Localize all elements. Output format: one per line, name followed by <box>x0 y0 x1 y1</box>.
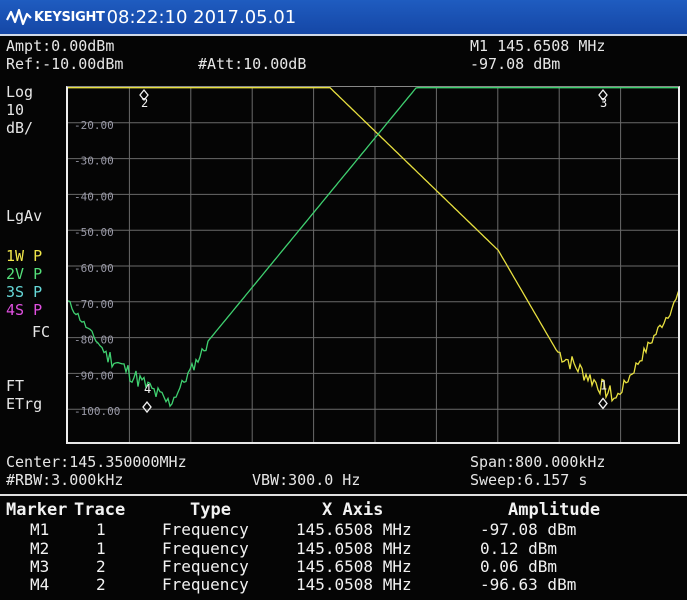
y-tick-label: -100.00 <box>74 405 120 418</box>
marker-diamond-icon <box>142 400 152 414</box>
reference-level: Ref:-10.00dBm <box>6 55 124 73</box>
table-cell-amplitude: -96.63 dBm <box>480 575 577 594</box>
table-cell-trace: 1 <box>96 539 106 558</box>
average-type: LgAv <box>6 207 43 225</box>
table-cell-marker: M2 <box>30 539 50 558</box>
table-cell-amplitude: 0.12 dBm <box>480 539 558 558</box>
video-bandwidth: VBW:300.0 Hz <box>252 471 361 489</box>
table-cell-marker: M3 <box>30 557 50 576</box>
spectrum-plot[interactable]: -20.00 -30.00 -40.00 -50.00 -60.00 -70.00 -80.… <box>66 86 680 444</box>
marker-label: 4 <box>144 382 151 396</box>
table-cell-type: Frequency <box>162 520 249 539</box>
attenuation-readout: #Att:10.00dB <box>198 55 307 73</box>
table-cell-type: Frequency <box>162 575 249 594</box>
marker-amplitude-readout: -97.08 dBm <box>470 55 561 73</box>
trace-4-status[interactable]: 4S P <box>6 302 42 319</box>
marker-label: 1 <box>600 378 607 392</box>
resolution-bandwidth: #RBW:3.000kHz <box>6 471 124 489</box>
title-bar: KEYSIGHT 08:22:10 2017.05.01 <box>0 0 687 36</box>
trigger-type: FT <box>6 377 25 395</box>
table-cell-marker: M4 <box>30 575 50 594</box>
trace-2-line <box>68 87 678 408</box>
trace-1-status[interactable]: 1W P <box>6 248 42 265</box>
y-tick-label: -40.00 <box>74 190 114 203</box>
trace-2-status[interactable]: 2V P <box>6 266 42 283</box>
y-tick-label: -60.00 <box>74 262 114 275</box>
trigger-source: ETrg <box>6 395 43 413</box>
marker-diamond-icon <box>598 397 608 410</box>
marker-label: 3 <box>600 96 607 110</box>
table-cell-type: Frequency <box>162 539 249 558</box>
y-tick-label: -110.00 <box>74 441 120 444</box>
marker-table: Marker Trace Type X Axis Amplitude M1 1 Fr… <box>0 494 687 600</box>
header-type: Type <box>190 500 231 520</box>
table-cell-x-axis: 145.6508 MHz <box>296 520 412 539</box>
y-tick-label: -70.00 <box>74 298 114 311</box>
header-amplitude: Amplitude <box>508 500 601 520</box>
table-cell-trace: 2 <box>96 557 106 576</box>
table-cell-amplitude: 0.06 dBm <box>480 557 558 576</box>
scale-unit: dB/ <box>6 119 34 137</box>
table-cell-trace: 1 <box>96 520 106 539</box>
table-cell-x-axis: 145.0508 MHz <box>296 539 412 558</box>
frequency-span: Span:800.000kHz <box>470 453 606 471</box>
amplitude-readout: Ampt:0.00dBm <box>6 37 115 55</box>
table-cell-amplitude: -97.08 dBm <box>480 520 577 539</box>
spectrum-graph[interactable]: -20.00-30.00-40.00-50.00-60.00-70.00-80.… <box>68 87 680 444</box>
y-tick-label: -50.00 <box>74 226 114 239</box>
keysight-logo-icon <box>6 8 32 26</box>
header-x-axis: X Axis <box>322 500 384 520</box>
trace-1-line <box>68 87 678 403</box>
marker-frequency-readout: M1 145.6508 MHz <box>470 37 606 55</box>
header-marker: Marker <box>6 500 68 520</box>
y-tick-label: -90.00 <box>74 369 114 382</box>
coupling-indicator: FC <box>32 323 51 341</box>
center-frequency: Center:145.350000MHz <box>6 453 187 471</box>
y-tick-label: -30.00 <box>74 155 114 168</box>
marker-label: 2 <box>141 96 148 110</box>
analyzer-screen: KEYSIGHT 08:22:10 2017.05.01 Ampt:0.00dB… <box>0 0 687 600</box>
table-cell-x-axis: 145.0508 MHz <box>296 575 412 594</box>
table-cell-x-axis: 145.6508 MHz <box>296 557 412 576</box>
scale-type: Log <box>6 83 34 101</box>
y-tick-label: -20.00 <box>74 119 114 132</box>
date-time: 08:22:10 2017.05.01 <box>106 6 297 28</box>
trace-3-status[interactable]: 3S P <box>6 284 42 301</box>
table-cell-trace: 2 <box>96 575 106 594</box>
table-cell-type: Frequency <box>162 557 249 576</box>
brand-name: KEYSIGHT <box>34 9 105 25</box>
scale-value: 10 <box>6 101 25 119</box>
sweep-time: Sweep:6.157 s <box>470 471 588 489</box>
table-cell-marker: M1 <box>30 520 50 539</box>
header-trace: Trace <box>74 500 126 520</box>
